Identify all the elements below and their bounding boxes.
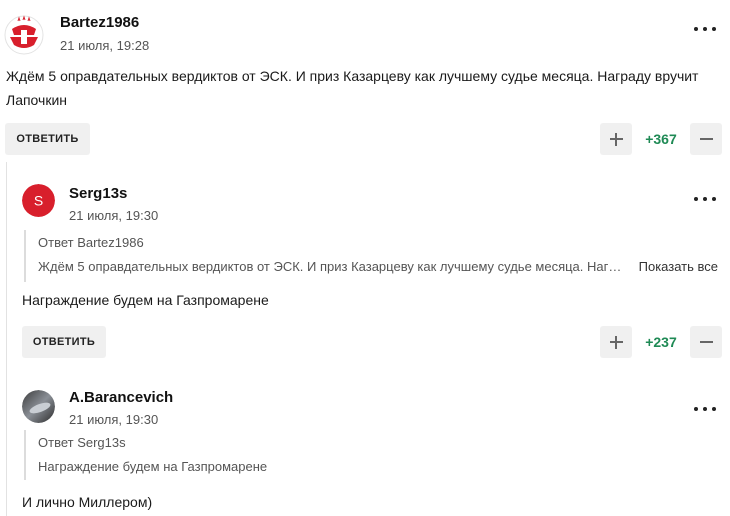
- upvote-plus-icon[interactable]: [600, 123, 632, 155]
- comment-text: И лично Миллером): [22, 494, 153, 510]
- quote-author: Ответ Serg13s: [38, 435, 126, 450]
- more-options-icon[interactable]: [694, 194, 716, 204]
- comment-actions: ОТВЕТИТЬ +367: [5, 123, 722, 155]
- comment-time: 21 июля, 19:30: [69, 208, 159, 223]
- more-options-icon[interactable]: [694, 24, 716, 34]
- show-all-link[interactable]: Показать все: [639, 259, 718, 274]
- comment-header: S Serg13s 21 июля, 19:30: [22, 170, 730, 228]
- more-options-icon[interactable]: [694, 404, 716, 414]
- downvote-minus-icon[interactable]: [690, 326, 722, 358]
- reply-button[interactable]: ОТВЕТИТЬ: [22, 326, 106, 358]
- vote-score: +237: [645, 334, 677, 350]
- comment-actions: ОТВЕТИТЬ +237: [22, 326, 722, 358]
- quote-text: Награждение будем на Газпромарене: [38, 459, 268, 474]
- comment-author[interactable]: Bartez1986: [60, 14, 139, 31]
- comment-author[interactable]: Serg13s: [69, 185, 127, 202]
- comment-text: Ждём 5 оправдательных вердиктов от ЭСК. …: [6, 68, 699, 108]
- comment-text: Награждение будем на Газпромарене: [22, 292, 269, 308]
- avatar[interactable]: [22, 390, 55, 423]
- comment-reply: A.Barancevich 21 июля, 19:30 Ответ Serg1…: [22, 380, 730, 510]
- quoted-reply[interactable]: Ответ Bartez1986 Ждём 5 оправдательных в…: [24, 230, 718, 282]
- upvote-plus-icon[interactable]: [600, 326, 632, 358]
- spartak-logo-icon: [4, 15, 44, 55]
- comment-reply: S Serg13s 21 июля, 19:30 Ответ Bartez198…: [22, 170, 730, 358]
- vote-control: +367: [600, 123, 722, 155]
- reply-button[interactable]: ОТВЕТИТЬ: [5, 123, 90, 155]
- avatar[interactable]: [4, 15, 44, 55]
- quote-text: Ждём 5 оправдательных вердиктов от ЭСК. …: [38, 259, 626, 274]
- user-photo-icon: [22, 390, 55, 423]
- letter-avatar-icon: S: [22, 184, 55, 217]
- avatar[interactable]: S: [22, 184, 55, 217]
- quoted-reply[interactable]: Ответ Serg13s Награждение будем на Газпр…: [24, 430, 718, 480]
- vote-score: +367: [645, 131, 677, 147]
- comment: Bartez1986 21 июля, 19:28 Ждём 5 оправда…: [0, 0, 730, 155]
- svg-text:S: S: [34, 193, 43, 209]
- thread-line: [6, 162, 7, 516]
- comment-author[interactable]: A.Barancevich: [69, 389, 173, 406]
- comment-time: 21 июля, 19:28: [60, 38, 150, 53]
- vote-control: +237: [600, 326, 722, 358]
- downvote-minus-icon[interactable]: [690, 123, 722, 155]
- comment-header: Bartez1986 21 июля, 19:28: [0, 0, 730, 58]
- comment-time: 21 июля, 19:30: [69, 412, 159, 427]
- quote-author: Ответ Bartez1986: [38, 235, 144, 250]
